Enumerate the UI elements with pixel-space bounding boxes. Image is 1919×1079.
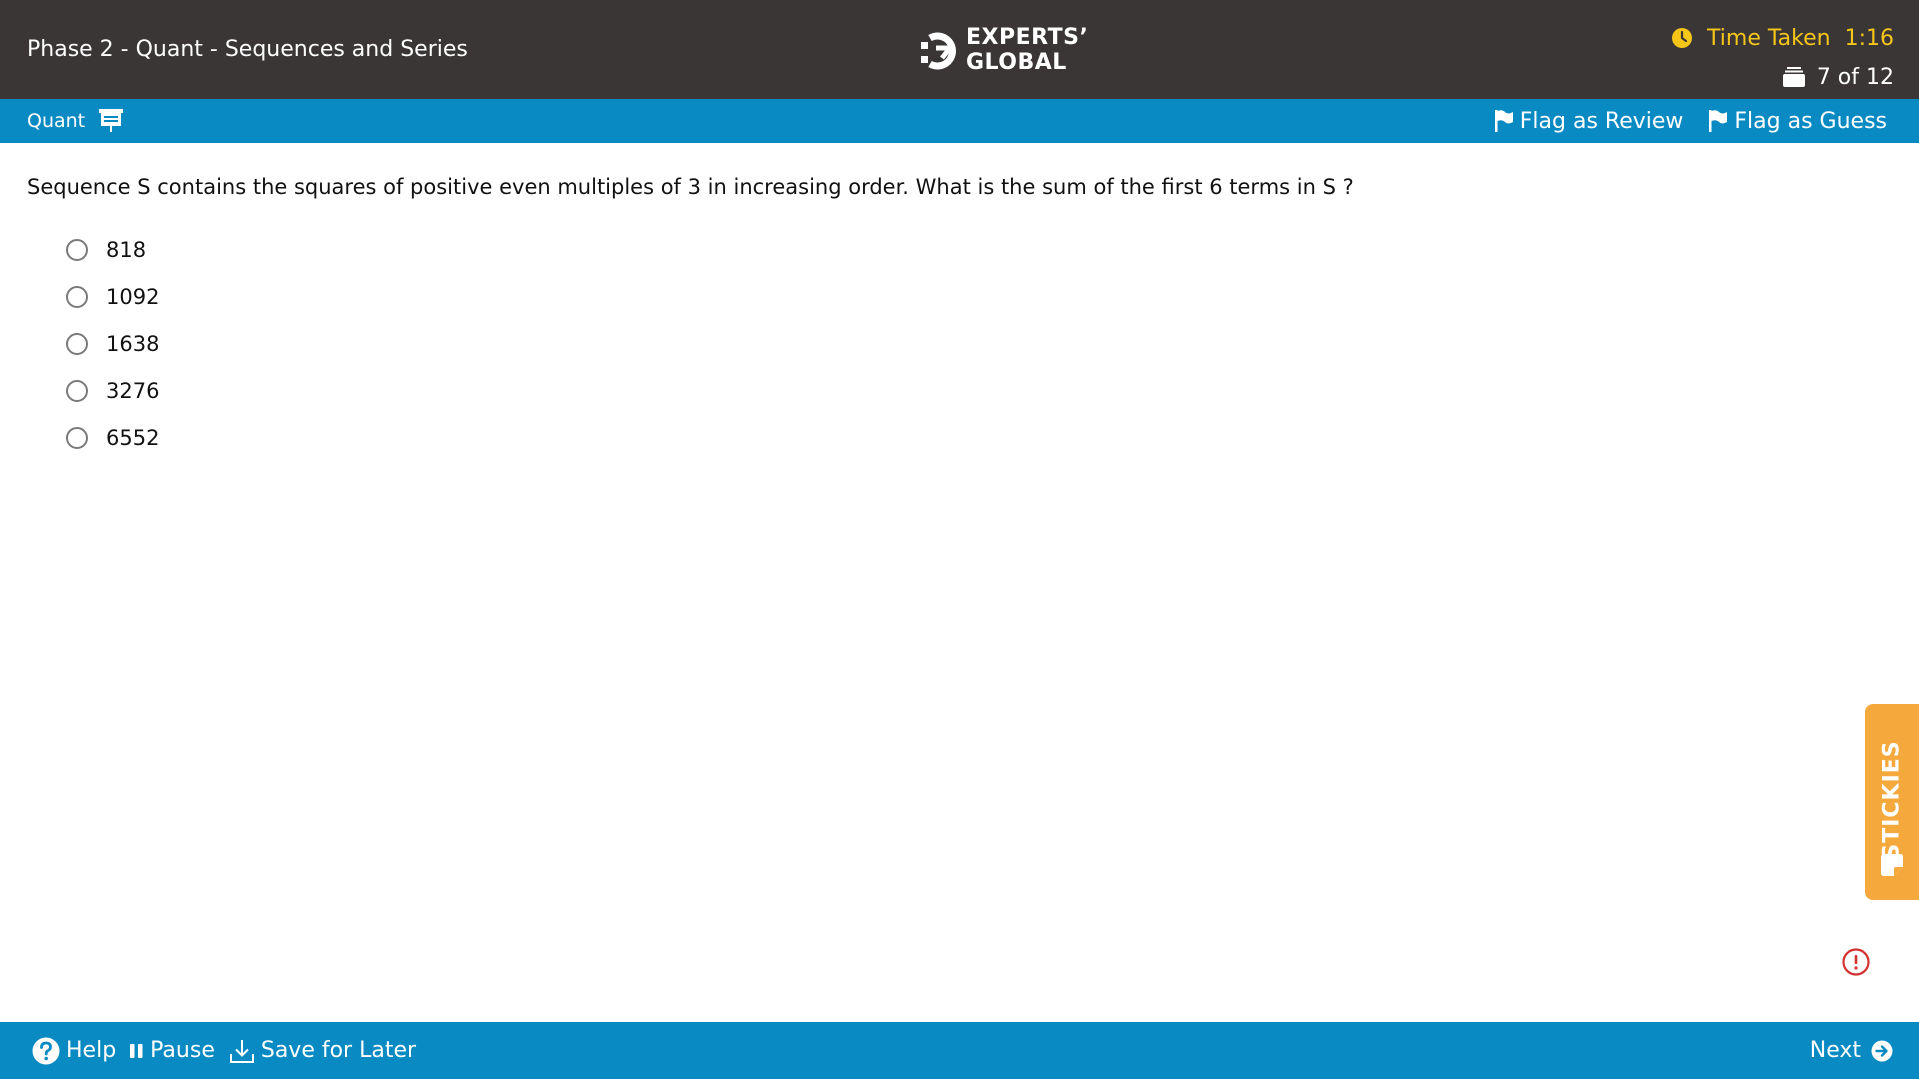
answer-option[interactable]: 1092 bbox=[66, 273, 159, 320]
pause-icon bbox=[130, 1043, 143, 1058]
question-counter: 7 of 12 bbox=[1782, 61, 1894, 93]
stack-icon bbox=[1782, 67, 1805, 87]
calculator-icon[interactable] bbox=[99, 109, 124, 133]
pause-button[interactable]: Pause bbox=[130, 1038, 215, 1063]
stickies-tab[interactable]: STICKIES bbox=[1865, 704, 1919, 900]
clock-icon bbox=[1672, 28, 1693, 48]
radio-button[interactable] bbox=[66, 426, 88, 449]
flag-as-guess-button[interactable]: Flag as Guess bbox=[1709, 109, 1887, 134]
stickies-label: STICKIES bbox=[1879, 740, 1905, 860]
test-title: Phase 2 - Quant - Sequences and Series bbox=[27, 37, 468, 62]
save-for-later-button[interactable]: Save for Later bbox=[229, 1038, 416, 1064]
save-for-later-label: Save for Later bbox=[260, 1038, 417, 1063]
time-taken: Time Taken 1:16 bbox=[1671, 22, 1894, 54]
help-label: Help bbox=[66, 1038, 117, 1063]
answer-option-label: 818 bbox=[106, 237, 147, 262]
help-button[interactable]: Help bbox=[32, 1037, 116, 1065]
answer-options: 818 1092 1638 3276 6552 bbox=[66, 226, 159, 461]
flag-as-guess-label: Flag as Guess bbox=[1734, 108, 1887, 134]
next-label: Next bbox=[1809, 1038, 1861, 1063]
answer-option[interactable]: 818 bbox=[66, 226, 159, 273]
radio-button[interactable] bbox=[66, 285, 88, 308]
section-name: Quant bbox=[27, 110, 86, 132]
sticky-note-icon bbox=[1881, 854, 1903, 876]
flag-buttons: Flag as Review Flag as Guess bbox=[1494, 99, 1887, 143]
section-indicator: Quant bbox=[27, 99, 124, 143]
flag-icon bbox=[1709, 110, 1728, 132]
answer-option-label: 1638 bbox=[106, 331, 160, 356]
flag-as-review-button[interactable]: Flag as Review bbox=[1494, 108, 1684, 134]
question-counter-value: 7 of 12 bbox=[1816, 64, 1894, 90]
logo-line-2: GLOBAL bbox=[966, 50, 1067, 75]
download-icon bbox=[229, 1039, 254, 1063]
logo-line-1: EXPERTS’ bbox=[966, 25, 1089, 50]
answer-option-label: 1092 bbox=[106, 284, 160, 309]
help-circle-icon bbox=[32, 1037, 60, 1064]
answer-option[interactable]: 6552 bbox=[66, 414, 159, 461]
radio-button[interactable] bbox=[66, 379, 88, 402]
time-taken-value: 1:16 bbox=[1844, 25, 1894, 51]
section-bar: Quant Flag as Review Flag as Guess bbox=[0, 99, 1919, 143]
question-text: Sequence S contains the squares of posit… bbox=[27, 175, 1354, 199]
answer-option[interactable]: 3276 bbox=[66, 367, 159, 414]
bottom-toolbar: Help Pause Save for Later Next bbox=[0, 1022, 1919, 1079]
toolbar-left: Help Pause Save for Later bbox=[32, 1022, 416, 1079]
top-header: Phase 2 - Quant - Sequences and Series E… bbox=[0, 0, 1919, 99]
pause-label: Pause bbox=[150, 1038, 215, 1063]
experts-global-logo-icon bbox=[921, 32, 956, 70]
answer-option-label: 6552 bbox=[106, 425, 160, 450]
answer-option-label: 3276 bbox=[106, 378, 160, 403]
flag-as-review-label: Flag as Review bbox=[1519, 108, 1684, 134]
alert-circle-icon[interactable] bbox=[1842, 948, 1870, 976]
logo-text: EXPERTS’ GLOBAL bbox=[966, 25, 1088, 75]
answer-option[interactable]: 1638 bbox=[66, 320, 159, 367]
time-taken-label: Time Taken bbox=[1707, 25, 1831, 51]
flag-icon bbox=[1494, 110, 1513, 132]
experts-global-logo: EXPERTS’ GLOBAL bbox=[920, 22, 1088, 78]
radio-button[interactable] bbox=[66, 332, 88, 355]
radio-button[interactable] bbox=[66, 238, 88, 261]
next-button[interactable]: Next bbox=[1810, 1022, 1893, 1079]
arrow-right-circle-icon bbox=[1871, 1040, 1893, 1061]
